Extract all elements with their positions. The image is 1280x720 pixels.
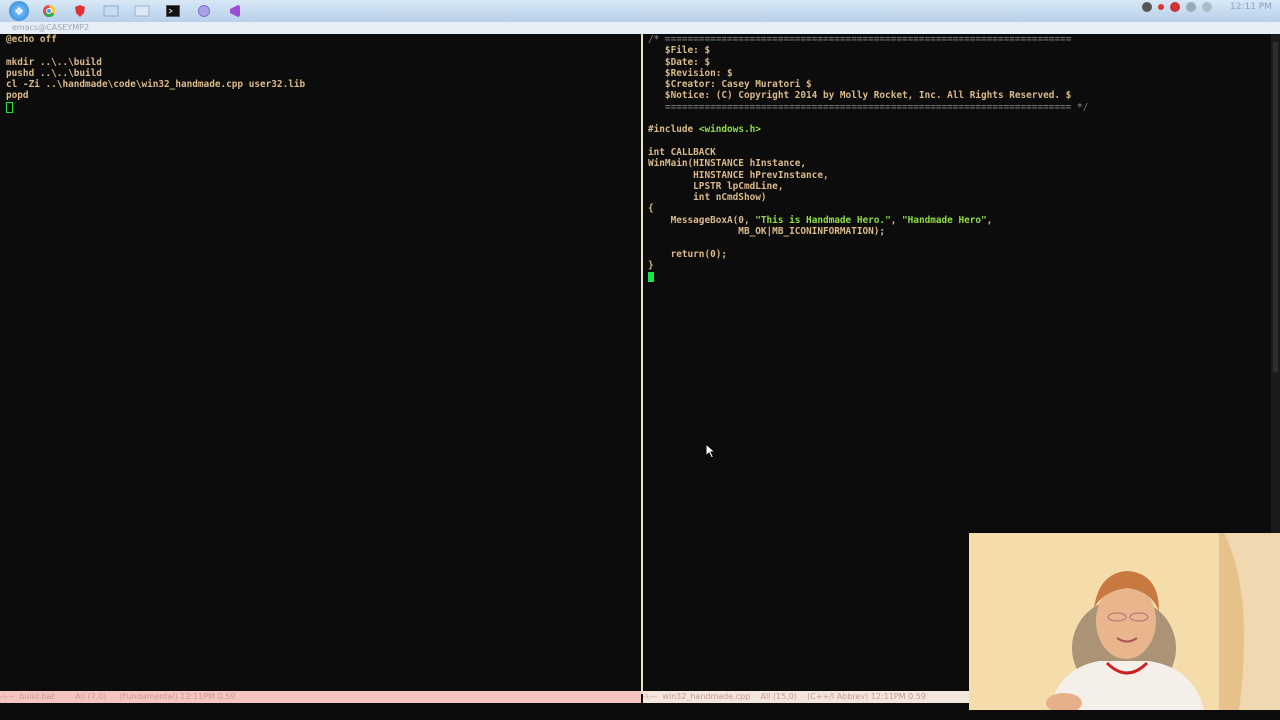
cursor-line <box>6 101 305 113</box>
emacs-title-text: emacs@CASEYMP2 <box>12 23 90 32</box>
text-cursor <box>648 271 654 282</box>
right-code-buffer[interactable]: /* =====================================… <box>648 34 1088 283</box>
header-line: $Notice: (C) Copyright 2014 by Molly Roc… <box>648 90 1072 102</box>
tray-alert-icon[interactable] <box>1158 4 1164 10</box>
scrollbar-thumb[interactable] <box>1273 42 1278 372</box>
string-literal: "Handmade Hero" <box>902 214 987 226</box>
header-line: $Creator: Casey Muratori $ <box>648 79 812 91</box>
text-cursor-inactive <box>6 101 13 113</box>
code-line: pushd ..\..\build <box>6 67 102 79</box>
code-line: mkdir ..\..\build <box>6 56 102 68</box>
code-line: MessageBoxA(0, "This is Handmade Hero.",… <box>648 215 1088 226</box>
code-line: HINSTANCE hPrevInstance, <box>648 169 829 181</box>
code-line: WinMain(HINSTANCE hInstance, <box>648 158 807 170</box>
console-icon[interactable] <box>162 2 184 20</box>
antivirus-icon[interactable] <box>69 2 91 20</box>
system-tray: 12:11 PM <box>1142 2 1272 12</box>
start-orb-icon[interactable]: ❖ <box>9 1 29 21</box>
include-line: #include <windows.h> <box>648 124 1088 135</box>
code-fragment: , <box>986 214 993 226</box>
left-modeline: -\--- build.bat All (7,0) (Fundamental) … <box>0 691 641 703</box>
code-fragment: , <box>890 214 903 226</box>
explorer-icon[interactable] <box>100 2 122 20</box>
emacs-frame-title: emacs@CASEYMP2 <box>0 22 1280 34</box>
chrome-icon[interactable] <box>38 2 60 20</box>
string-literal: "This is Handmade Hero." <box>755 214 891 226</box>
cursor-line <box>648 271 1088 282</box>
tray-clock[interactable]: 12:11 PM <box>1230 2 1272 12</box>
screen: ❖ 12:11 PM emacs@CASEYMP2 @echo off mkdi… <box>0 0 1280 720</box>
header-line: $Revision: $ <box>648 67 733 79</box>
tray-antivirus-icon[interactable] <box>1170 2 1180 12</box>
header-line: $Date: $ <box>648 56 711 68</box>
code-line: int nCmdShow) <box>648 192 767 204</box>
include-directive: #include <box>648 124 699 136</box>
code-line: { <box>648 203 654 215</box>
mouse-pointer-icon <box>705 443 717 459</box>
window-icon[interactable] <box>131 2 153 20</box>
code-line: MB_OK|MB_ICONINFORMATION); <box>648 226 886 238</box>
tray-volume-icon[interactable] <box>1186 2 1196 12</box>
code-line: LPSTR lpCmdLine, <box>648 180 784 192</box>
left-editor-pane[interactable]: @echo off mkdir ..\..\build pushd ..\..\… <box>0 34 641 690</box>
code-line: } <box>648 259 654 271</box>
code-line: cl -Zi ..\handmade\code\win32_handmade.c… <box>6 79 306 91</box>
left-code-buffer[interactable]: @echo off mkdir ..\..\build pushd ..\..\… <box>6 34 305 113</box>
comment-rule-top: /* =====================================… <box>648 34 1072 45</box>
visual-studio-icon[interactable] <box>224 2 246 20</box>
tray-network-icon[interactable] <box>1142 2 1152 12</box>
include-file: <windows.h> <box>698 124 761 136</box>
code-fragment: MessageBoxA(0, <box>648 214 756 226</box>
code-line: popd <box>6 90 29 102</box>
code-line: @echo off <box>6 34 57 45</box>
taskbar: ❖ 12:11 PM <box>0 0 1280 23</box>
code-line: int CALLBACK <box>648 146 716 158</box>
code-line: return(0); <box>648 248 728 260</box>
webcam-overlay <box>969 533 1280 710</box>
app-icon[interactable] <box>193 2 215 20</box>
tray-battery-icon[interactable] <box>1202 2 1212 12</box>
header-line: $File: $ <box>648 45 711 57</box>
presenter-video-icon <box>969 533 1280 710</box>
comment-rule-bottom: ========================================… <box>648 101 1089 113</box>
